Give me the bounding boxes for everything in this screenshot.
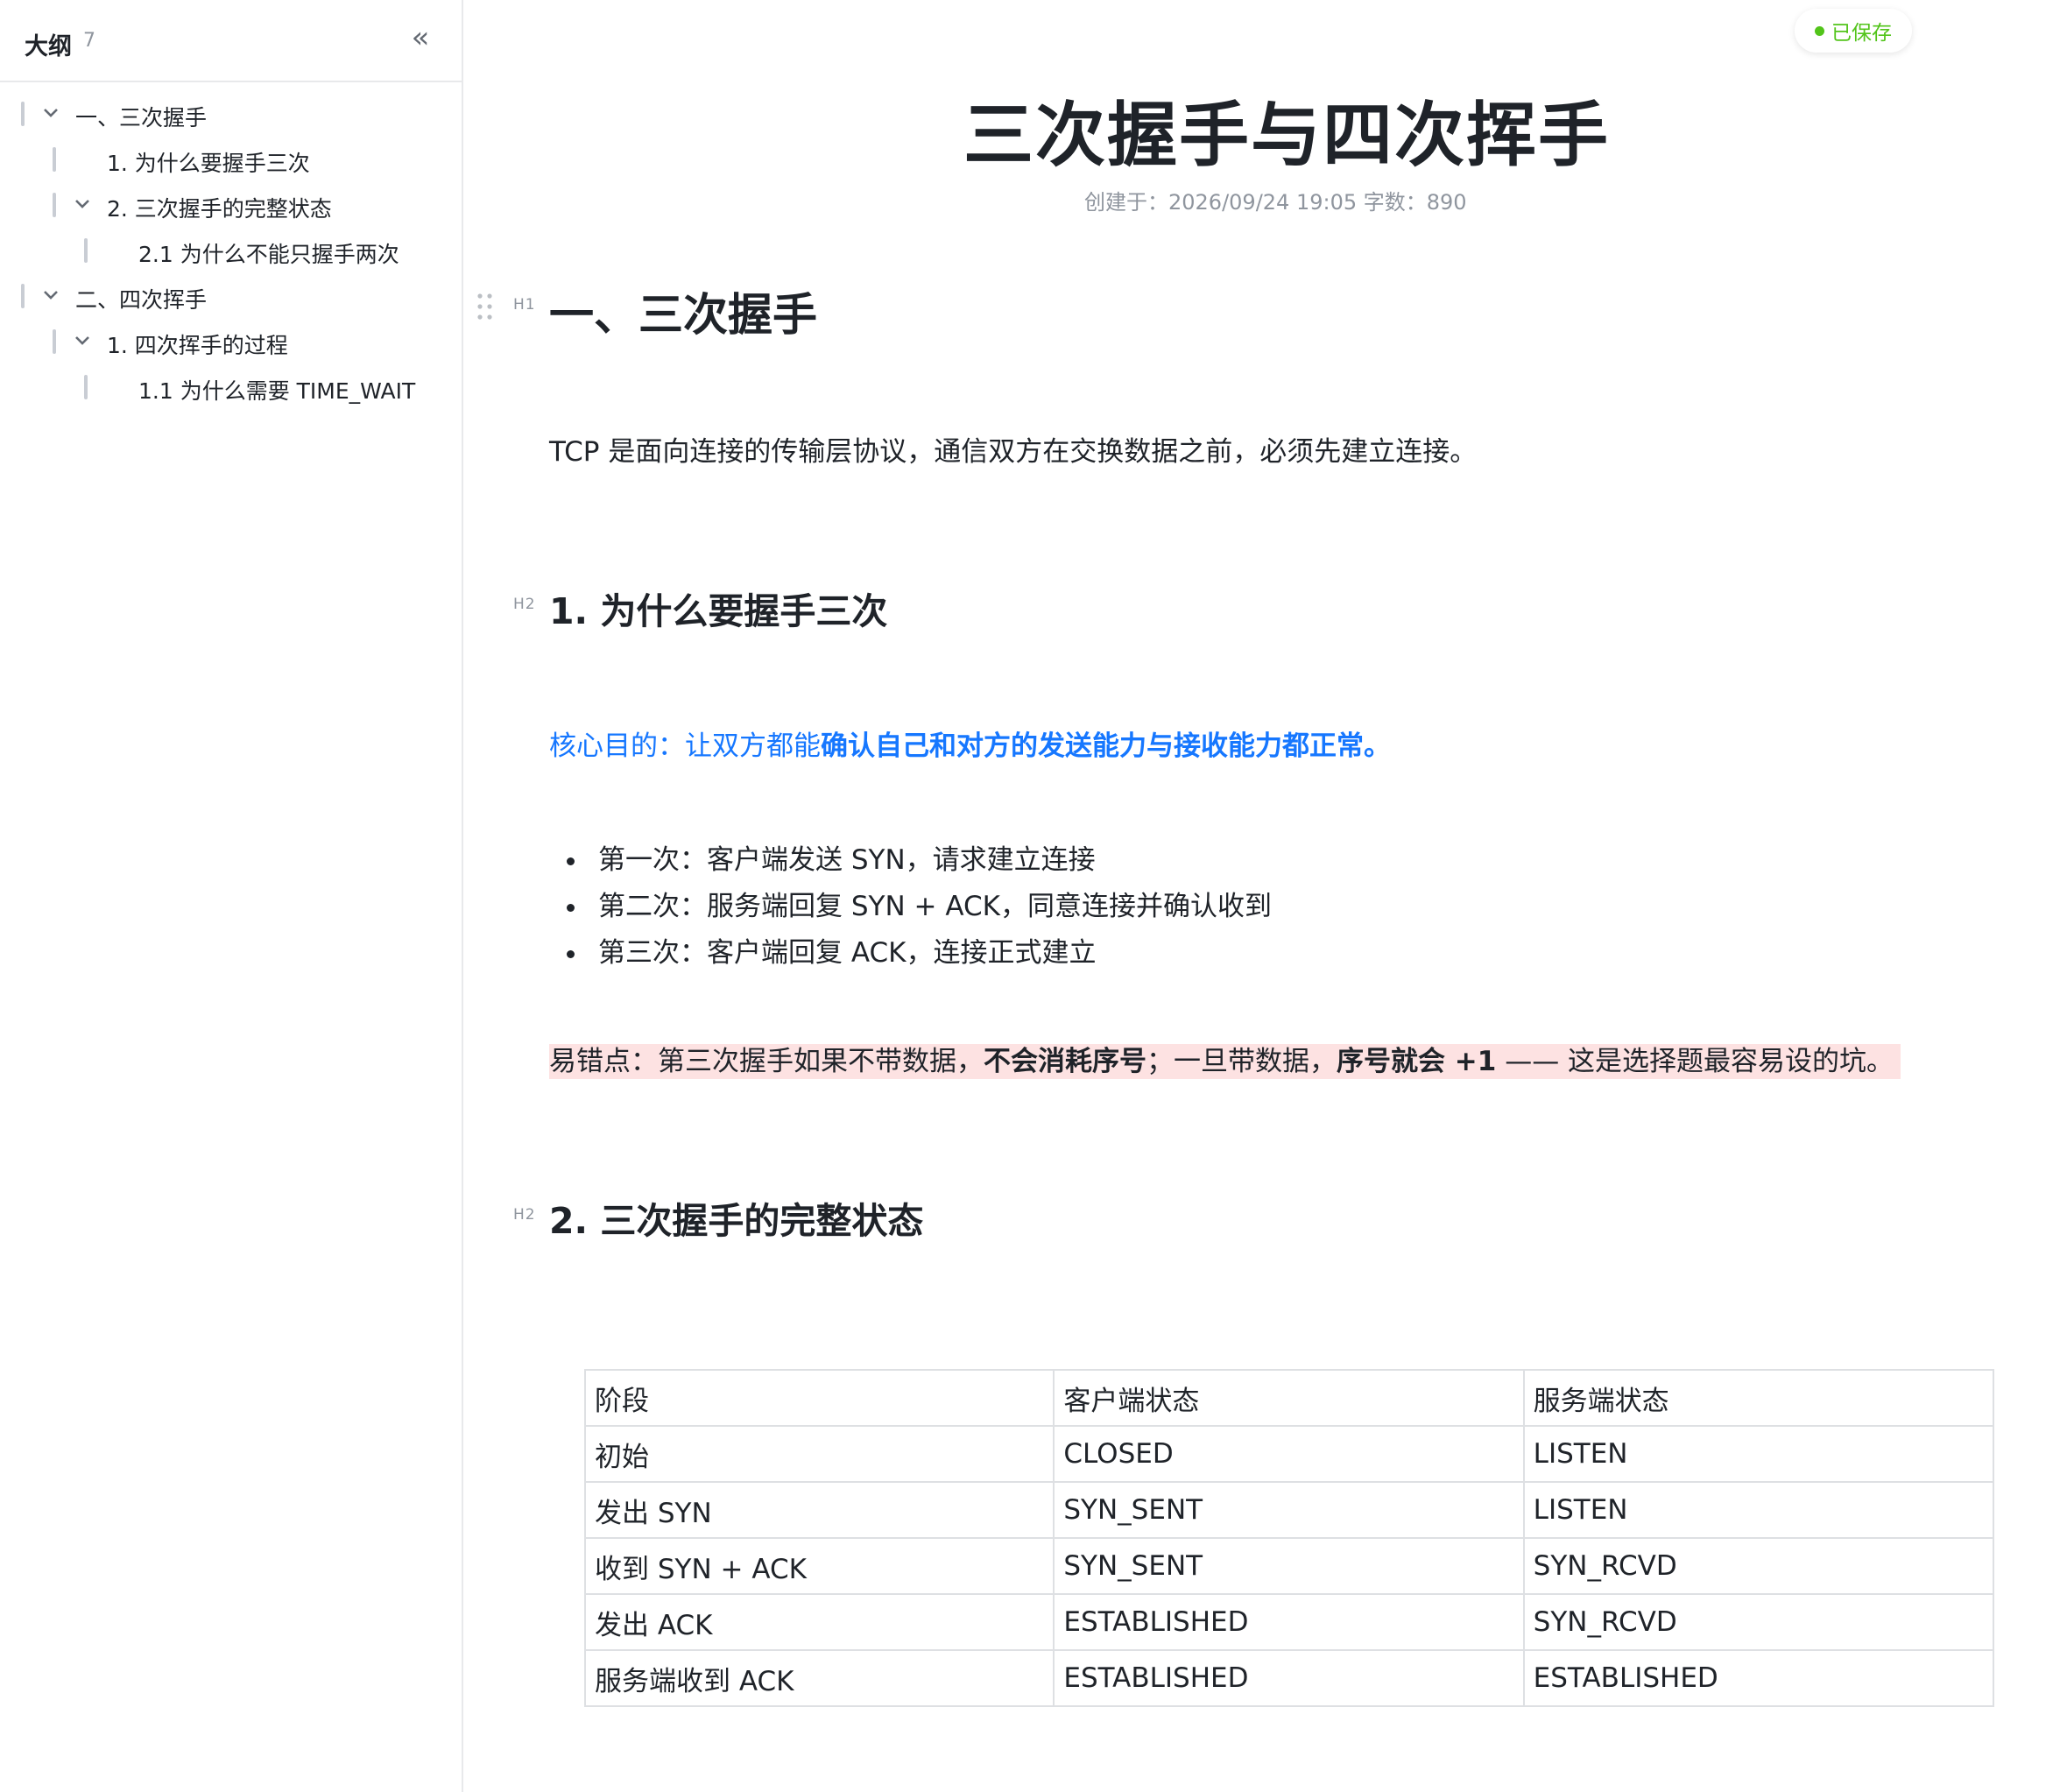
outline-item-sub-1-2[interactable]: 2. 三次握手的完整状态 [0, 182, 462, 228]
table-cell[interactable]: SYN_SENT [1053, 1481, 1525, 1539]
outline-level-bar [84, 238, 88, 263]
table-row: 收到 SYN + ACK SYN_SENT SYN_RCVD [583, 1537, 1995, 1595]
outline-count: 7 [83, 30, 95, 52]
core-purpose-bold: 确认自己和对方的发送能力与接收能力都正常。 [821, 730, 1391, 762]
warning-bold: 序号就会 +1 [1337, 1046, 1497, 1077]
outline-level-bar [53, 147, 56, 172]
saved-status-label: 已保存 [1831, 22, 1892, 45]
collapse-sidebar-icon[interactable]: « [405, 23, 436, 54]
heading-level-tag: H2 [513, 596, 536, 613]
chevron-down-icon[interactable] [73, 194, 92, 213]
intro-paragraph[interactable]: TCP 是面向连接的传输层协议，通信双方在交换数据之前，必须先建立连接。 [549, 429, 1477, 469]
outline-level-bar [53, 193, 56, 217]
subsection-heading-1[interactable]: 1. 为什么要握手三次 [549, 582, 887, 634]
table-cell[interactable]: ESTABLISHED [1053, 1649, 1525, 1707]
table-header-row: 阶段 客户端状态 服务端状态 [583, 1369, 1995, 1427]
table-row: 发出 SYN SYN_SENT LISTEN [583, 1481, 1995, 1539]
subsection-heading-2[interactable]: 2. 三次握手的完整状态 [549, 1191, 923, 1244]
table-cell[interactable]: ESTABLISHED [1053, 1593, 1525, 1651]
warning-text: —— 这是选择题最容易设的坑。 [1496, 1046, 1894, 1077]
outline-level-bar [84, 375, 88, 399]
table-cell[interactable]: SYN_SENT [1053, 1537, 1525, 1595]
outline-item-section-2[interactable]: 二、四次挥手 [0, 273, 462, 319]
outline-item-label: 1. 为什么要握手三次 [107, 151, 310, 176]
outline-item-section-1[interactable]: 一、三次握手 [0, 91, 462, 137]
heading-level-tag: H1 [513, 296, 536, 314]
heading-level-tag: H2 [513, 1206, 536, 1224]
table-header-cell[interactable]: 客户端状态 [1053, 1369, 1525, 1427]
outline-item-sub-2-1-1[interactable]: 1.1 为什么需要 TIME_WAIT [0, 364, 462, 410]
core-purpose-text[interactable]: 核心目的：让双方都能确认自己和对方的发送能力与接收能力都正常。 [549, 723, 1391, 763]
outline-item-sub-1-2-1[interactable]: 2.1 为什么不能只握手两次 [0, 228, 462, 273]
table-row: 初始 CLOSED LISTEN [583, 1425, 1995, 1483]
outline-level-bar [53, 329, 56, 354]
warning-bold: 不会消耗序号 [984, 1046, 1146, 1077]
table-cell[interactable]: 收到 SYN + ACK [583, 1537, 1055, 1595]
outline-item-label: 二、四次挥手 [75, 287, 208, 313]
chevron-down-icon[interactable] [73, 330, 92, 349]
outline-title: 大纲 [25, 33, 72, 60]
handshake-steps-list: 第一次：客户端发送 SYN，请求建立连接 第二次：服务端回复 SYN + ACK… [561, 837, 1272, 977]
core-purpose-prefix: 核心目的：让双方都能 [549, 730, 821, 762]
table-row: 发出 ACK ESTABLISHED SYN_RCVD [583, 1593, 1995, 1651]
table-row: 服务端收到 ACK ESTABLISHED ESTABLISHED [583, 1649, 1995, 1707]
handshake-state-table: 阶段 客户端状态 服务端状态 初始 CLOSED LISTEN 发出 SYN S… [583, 1369, 1995, 1707]
saved-status-badge: 已保存 [1795, 9, 1912, 53]
saved-dot-icon [1815, 25, 1824, 36]
outline-list: 一、三次握手 1. 为什么要握手三次 2. 三次握手的完整状态 2.1 为什么不… [0, 91, 462, 410]
outline-item-label: 2.1 为什么不能只握手两次 [138, 242, 399, 267]
table-cell[interactable]: 服务端收到 ACK [583, 1649, 1055, 1707]
outline-header: 大纲 7 « [0, 0, 462, 82]
table-cell[interactable]: SYN_RCVD [1522, 1537, 1995, 1595]
highlight-warning[interactable]: 易错点：第三次握手如果不带数据，不会消耗序号；一旦带数据，序号就会 +1 —— … [549, 1044, 1901, 1079]
outline-item-sub-2-1[interactable]: 1. 四次挥手的过程 [0, 319, 462, 364]
outline-item-label: 1. 四次挥手的过程 [107, 333, 288, 358]
warning-text: ；一旦带数据， [1146, 1046, 1337, 1077]
outline-item-label: 2. 三次握手的完整状态 [107, 196, 332, 222]
table-cell[interactable]: LISTEN [1522, 1481, 1995, 1539]
outline-item-label: 一、三次握手 [75, 105, 208, 131]
drag-handle-icon[interactable] [476, 292, 495, 321]
table-cell[interactable]: 发出 ACK [583, 1593, 1055, 1651]
table-cell[interactable]: LISTEN [1522, 1425, 1995, 1483]
outline-sidebar: 大纲 7 « 一、三次握手 1. 为什么要握手三次 2. 三次握手的完整状态 2… [0, 0, 463, 1792]
outline-item-label: 1.1 为什么需要 TIME_WAIT [138, 378, 416, 404]
list-item[interactable]: 第一次：客户端发送 SYN，请求建立连接 [561, 837, 1272, 884]
table-cell[interactable]: SYN_RCVD [1522, 1593, 1995, 1651]
outline-item-sub-1-1[interactable]: 1. 为什么要握手三次 [0, 137, 462, 182]
chevron-down-icon[interactable] [41, 285, 60, 304]
document-meta: 创建于：2026/09/24 19:05 字数：890 [1084, 190, 1467, 215]
list-item[interactable]: 第二次：服务端回复 SYN + ACK，同意连接并确认收到 [561, 884, 1272, 930]
table-cell[interactable]: CLOSED [1053, 1425, 1525, 1483]
warning-text: 易错点：第三次握手如果不带数据， [549, 1046, 984, 1077]
document-title[interactable]: 三次握手与四次挥手 [963, 79, 1608, 180]
chevron-down-icon[interactable] [41, 102, 60, 122]
table-header-cell[interactable]: 阶段 [583, 1369, 1055, 1427]
table-cell[interactable]: ESTABLISHED [1522, 1649, 1995, 1707]
table-header-cell[interactable]: 服务端状态 [1522, 1369, 1995, 1427]
outline-level-bar [21, 284, 25, 308]
table-cell[interactable]: 初始 [583, 1425, 1055, 1483]
section-heading-1[interactable]: 一、三次握手 [549, 279, 817, 343]
table-cell[interactable]: 发出 SYN [583, 1481, 1055, 1539]
outline-level-bar [21, 102, 25, 126]
list-item[interactable]: 第三次：客户端回复 ACK，连接正式建立 [561, 930, 1272, 977]
